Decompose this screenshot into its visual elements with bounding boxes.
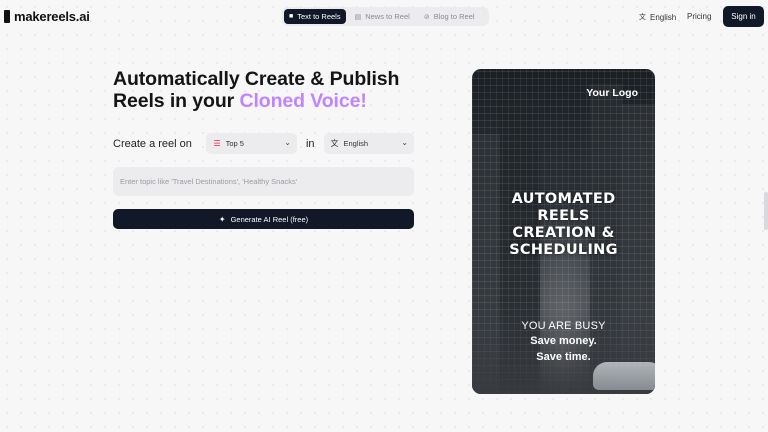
language-label: English [650,12,677,22]
generate-label: Generate AI Reel (free) [230,214,309,224]
logo-icon [4,10,10,23]
magic-wand-icon: ✦ [218,214,226,224]
subtext-line: Save money. [530,335,597,347]
preview-headline: AUTOMATED REELS CREATION & SCHEDULING [472,191,655,259]
translate-icon: 文 [330,139,339,148]
generate-reel-button[interactable]: ✦ Generate AI Reel (free) [113,209,414,229]
translate-icon: 文 [639,14,646,21]
subtext-line: Save time. [536,351,591,363]
car [593,362,655,390]
tab-text-to-reels[interactable]: ■ Text to Reels [284,9,346,24]
tab-blog-to-reel[interactable]: ⊘ Blog to Reel [419,9,480,24]
brand-logo[interactable]: makereels.ai [4,9,90,24]
reel-preview: Your Logo AUTOMATED REELS CREATION & SCH… [472,69,655,394]
headline-line: REELS [537,208,590,224]
tab-label: Text to Reels [297,12,341,21]
preview-logo-text: Your Logo [586,87,638,99]
list-icon: ☰ [213,139,221,148]
topic-type-value: Top 5 [225,139,244,148]
hero-title-line2: Reels in your [113,90,240,112]
subtext-line: YOU ARE BUSY [521,320,606,332]
chevron-down-icon: ⌄ [401,138,408,147]
create-label: Create a reel on [113,137,192,150]
topic-type-select[interactable]: ☰ Top 5 ⌄ [206,133,297,154]
in-label: in [305,137,315,150]
language-value: English [343,139,369,148]
news-icon: ▤ [354,13,362,21]
hero-title-line1: Automatically Create & Publish [113,68,400,90]
hero-title-accent: Cloned Voice! [239,90,367,112]
tab-label: News to Reel [365,12,410,21]
brand-name: makereels.ai [14,9,90,24]
tab-news-to-reel[interactable]: ▤ News to Reel [350,9,415,24]
preview-subtext: YOU ARE BUSY Save money. Save time. [472,319,655,365]
link-icon: ⊘ [423,13,430,21]
hero-title: Automatically Create & Publish Reels in … [113,68,433,112]
headline-line: SCHEDULING [509,242,618,258]
headline-line: AUTOMATED [511,191,616,207]
scrollbar[interactable] [764,192,768,230]
sign-in-button[interactable]: Sign in [723,6,764,27]
header: makereels.ai ■ Text to Reels ▤ News to R… [0,0,768,34]
mode-switcher: ■ Text to Reels ▤ News to Reel ⊘ Blog to… [282,7,489,26]
video-icon: ■ [289,13,294,20]
headline-line: CREATION & [512,225,615,241]
tab-label: Blog to Reel [433,12,475,21]
chevron-down-icon: ⌄ [284,138,291,147]
language-switcher[interactable]: 文 English [639,12,676,22]
pricing-link[interactable]: Pricing [687,12,711,21]
reel-options-row: Create a reel on ☰ Top 5 ⌄ in 文 English … [113,133,414,154]
language-select[interactable]: 文 English ⌄ [323,133,414,154]
topic-input[interactable] [113,167,414,196]
